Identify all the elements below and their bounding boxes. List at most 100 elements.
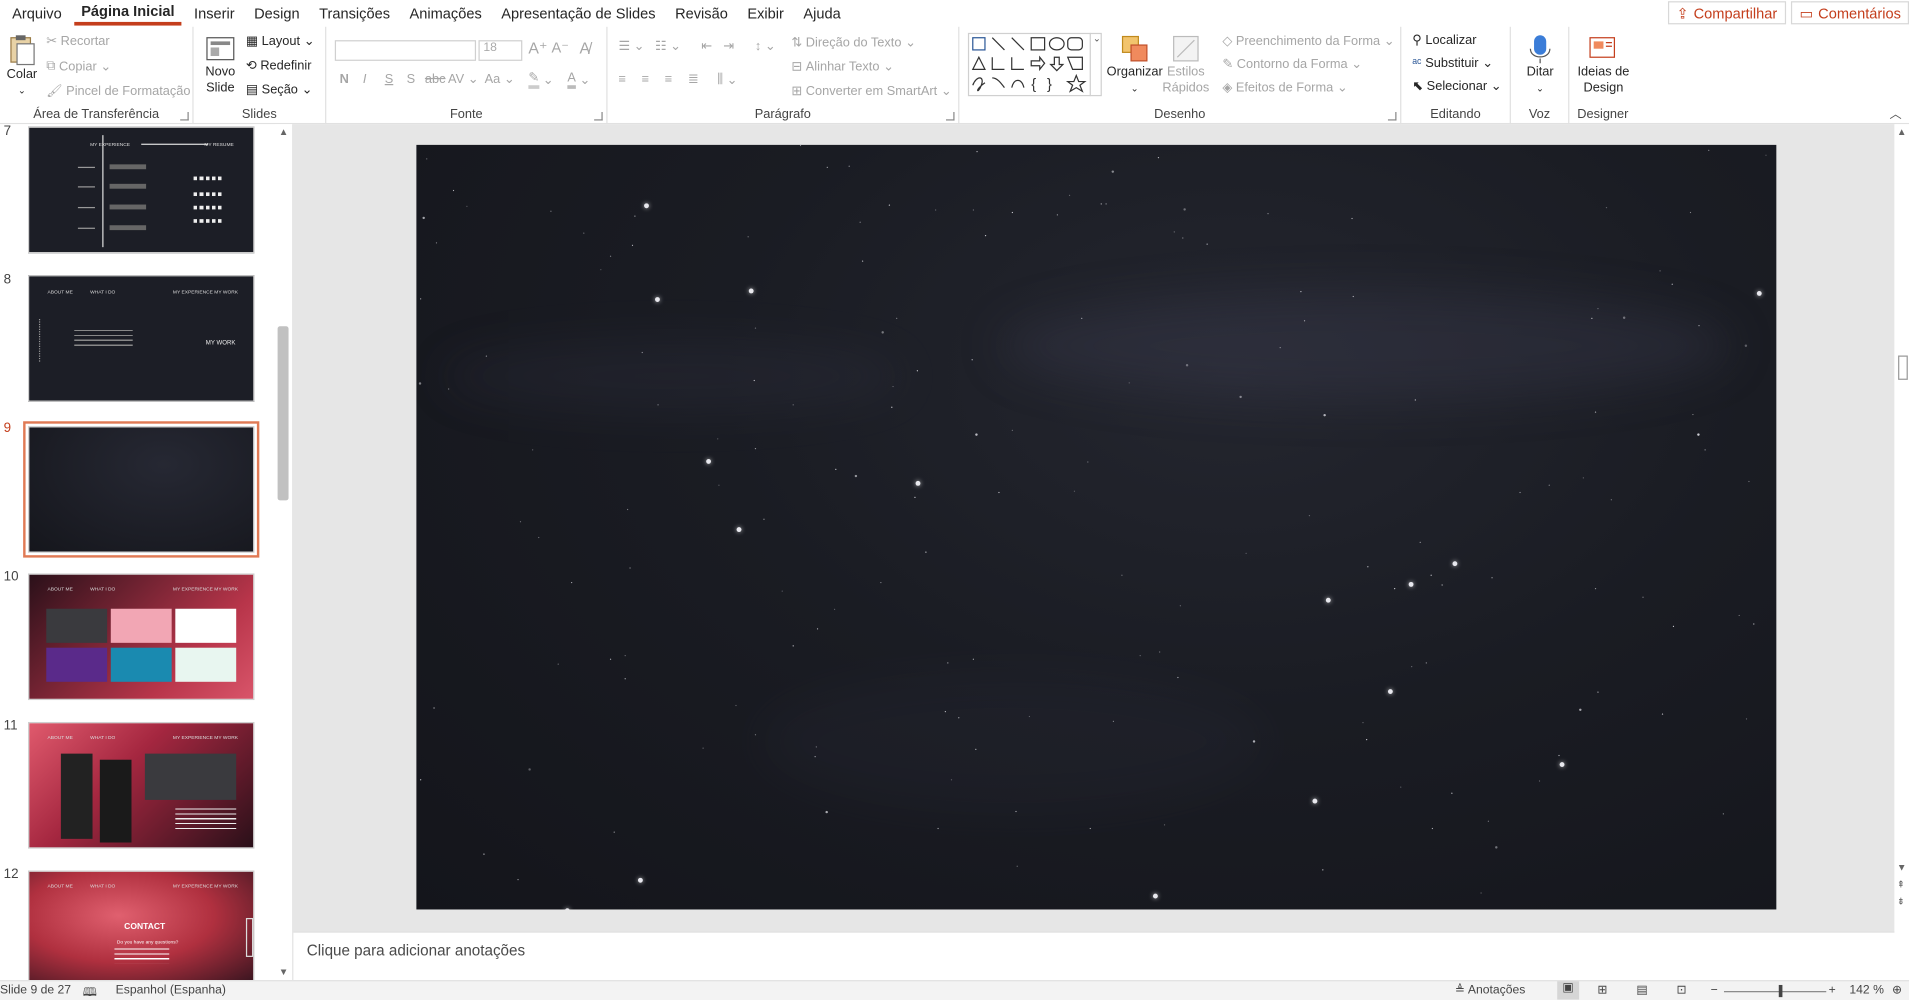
slide-thumbnail-11[interactable]: ABOUT ME WHAT I DO MY EXPERIENCE MY WORK (28, 721, 255, 849)
copy-button[interactable]: ⧉ Copiar ⌄ (46, 58, 111, 74)
menu-exibir[interactable]: Exibir (740, 1, 791, 25)
clipboard-launcher-icon[interactable] (180, 112, 189, 121)
quick-styles-button[interactable]: Estilos Rápidos (1161, 33, 1210, 96)
slide-thumbnail-9[interactable] (23, 421, 260, 558)
layout-button[interactable]: ▦ Layout ⌄ (246, 34, 315, 49)
justify-button[interactable]: ≣ (688, 72, 699, 87)
replace-button[interactable]: ᵃᶜ Substituir ⌄ (1412, 56, 1493, 71)
current-slide[interactable] (416, 144, 1777, 910)
reset-button[interactable]: ⟲ Redefinir (246, 58, 312, 73)
reading-view-icon[interactable]: ▤ (1636, 984, 1648, 997)
star (1519, 491, 1521, 494)
smartart-button[interactable]: ⊞ Converter em SmartArt ⌄ (791, 84, 951, 99)
menu-ajuda[interactable]: Ajuda (796, 1, 848, 25)
scroll-up-icon[interactable]: ▲ (279, 127, 289, 138)
text-direction-button[interactable]: ⇅ Direção do Texto ⌄ (791, 35, 915, 50)
shapes-more-button[interactable]: ⌄ (1089, 32, 1103, 97)
align-center-button[interactable]: ≡ (642, 72, 649, 87)
strikethrough-button[interactable]: abc (425, 72, 446, 87)
scroll-up-icon[interactable]: ▲ (1897, 127, 1907, 138)
slide-thumbnail-10[interactable]: ABOUT ME WHAT I DO MY EXPERIENCE MY WORK (28, 573, 255, 701)
menu-arquivo[interactable]: Arquivo (5, 1, 69, 25)
share-button[interactable]: ⇪ Compartilhar (1667, 1, 1786, 25)
zoom-level[interactable]: 142 % (1849, 984, 1884, 997)
menu-transicoes[interactable]: Transições (312, 1, 398, 25)
align-right-button[interactable]: ≡ (665, 72, 672, 87)
new-slide-button[interactable]: Novo Slide (201, 33, 240, 96)
columns-button[interactable]: ⫼ ⌄ (717, 72, 737, 88)
font-size-combo[interactable]: 18 (478, 40, 523, 61)
language-indicator[interactable]: Espanhol (Espanha) (116, 984, 226, 997)
decrease-indent-button[interactable]: ⇤ (701, 39, 712, 54)
slide-thumbnail-8[interactable]: ABOUT ME WHAT I DO MY EXPERIENCE MY WORK… (28, 275, 255, 402)
slideshow-icon[interactable]: ⊡ (1676, 984, 1686, 997)
menu-animacoes[interactable]: Animações (402, 1, 489, 25)
slide-thumbnail-pane[interactable]: 7 MY EXPERIENCE MY RESUME 8 ABOUT ME WHA… (0, 124, 293, 981)
slide-scrollbar[interactable]: ▲ ▼ ⇞ ⇟ (1894, 124, 1909, 932)
paste-button[interactable]: Colar ⌄ (5, 33, 39, 99)
change-case-button[interactable]: Aa ⌄ (485, 72, 515, 87)
shape-outline-button[interactable]: ✎ Contorno da Forma ⌄ (1222, 57, 1362, 72)
grow-font-button[interactable]: A⁺ (528, 39, 547, 58)
select-button[interactable]: ⬉ Selecionar ⌄ (1412, 79, 1501, 94)
comments-button[interactable]: ▭ Comentários (1790, 1, 1909, 25)
shape-fill-button[interactable]: ◇ Preenchimento da Forma ⌄ (1222, 34, 1394, 49)
numbering-button[interactable]: ☷ ⌄ (655, 39, 681, 54)
italic-button[interactable]: I (363, 72, 367, 87)
font-name-combo[interactable] (334, 40, 477, 61)
highlight-button[interactable]: ✎ ⌄ (528, 71, 554, 89)
slide-scroll-thumb[interactable] (1898, 355, 1908, 380)
line-spacing-button[interactable]: ↕ ⌄ (755, 39, 776, 54)
scroll-down-icon[interactable]: ▼ (279, 967, 289, 978)
dictate-button[interactable]: Ditar ⌄ (1521, 33, 1560, 96)
zoom-out-icon[interactable]: − (1711, 984, 1718, 997)
menu-design[interactable]: Design (247, 1, 307, 25)
collapse-ribbon-icon[interactable]: ︿ (1890, 103, 1902, 121)
notes-pane[interactable]: Clique para adicionar anotações (293, 931, 1895, 981)
scroll-down-icon[interactable]: ▼ (1897, 862, 1907, 873)
find-button[interactable]: ⚲ Localizar (1412, 33, 1476, 48)
align-left-button[interactable]: ≡ (618, 72, 625, 87)
menu-inserir[interactable]: Inserir (187, 1, 242, 25)
cut-button[interactable]: ✂ Recortar (46, 34, 109, 49)
format-painter-button[interactable]: 🖌 Pincel de Formatação (46, 83, 191, 99)
paragraph-launcher-icon[interactable] (945, 112, 955, 121)
increase-indent-button[interactable]: ⇥ (723, 39, 734, 54)
notes-toggle[interactable]: ≜ Anotações (1455, 984, 1525, 997)
slide-sorter-icon[interactable]: ⊞ (1597, 984, 1607, 997)
zoom-in-icon[interactable]: + (1829, 984, 1836, 997)
thumbnail-scrollbar[interactable]: ▲ ▼ (275, 124, 293, 981)
zoom-slider-thumb[interactable] (1778, 984, 1783, 998)
previous-slide-icon[interactable]: ⇞ (1897, 879, 1905, 890)
normal-view-icon[interactable]: ▣ (1557, 981, 1580, 1000)
drawing-launcher-icon[interactable] (1387, 112, 1397, 121)
shrink-font-button[interactable]: A⁻ (552, 39, 569, 56)
shape-effects-button[interactable]: ◈ Efeitos de Forma ⌄ (1222, 80, 1347, 95)
align-text-button[interactable]: ⊟ Alinhar Texto ⌄ (791, 60, 893, 75)
format-painter-label: Pincel de Formatação (66, 83, 191, 99)
font-launcher-icon[interactable] (594, 112, 603, 121)
zoom-slider[interactable] (1723, 991, 1827, 993)
section-button[interactable]: ▤ Seção ⌄ (246, 83, 312, 98)
shadow-button[interactable]: S (407, 72, 416, 87)
fit-to-window-icon[interactable]: ⊕ (1892, 984, 1902, 997)
star (1689, 211, 1692, 214)
layout-label: Layout (261, 34, 301, 49)
menu-apresentacao[interactable]: Apresentação de Slides (494, 1, 663, 25)
char-spacing-button[interactable]: AV ⌄ (448, 72, 478, 87)
font-color-button[interactable]: A ⌄ (567, 71, 590, 89)
design-ideas-button[interactable]: Ideias de Design (1575, 33, 1631, 96)
slide-thumbnail-7[interactable]: MY EXPERIENCE MY RESUME (28, 126, 255, 254)
menu-revisao[interactable]: Revisão (668, 1, 735, 25)
bold-button[interactable]: N (340, 72, 349, 87)
accessibility-icon[interactable]: 🕮 (83, 984, 97, 1000)
next-slide-icon[interactable]: ⇟ (1897, 896, 1905, 907)
bullets-button[interactable]: ☰ ⌄ (618, 39, 644, 54)
slide-thumbnail-12[interactable]: ABOUT ME WHAT I DO MY EXPERIENCE MY WORK… (28, 870, 255, 981)
clear-format-button[interactable]: A̸ (580, 39, 591, 57)
menu-pagina-inicial[interactable]: Página Inicial (73, 1, 182, 26)
underline-button[interactable]: S (385, 72, 394, 87)
arrange-button[interactable]: Organizar ⌄ (1107, 33, 1163, 96)
shapes-gallery[interactable]: {} (967, 32, 1102, 97)
thumbnail-scroll-thumb[interactable] (277, 326, 289, 501)
